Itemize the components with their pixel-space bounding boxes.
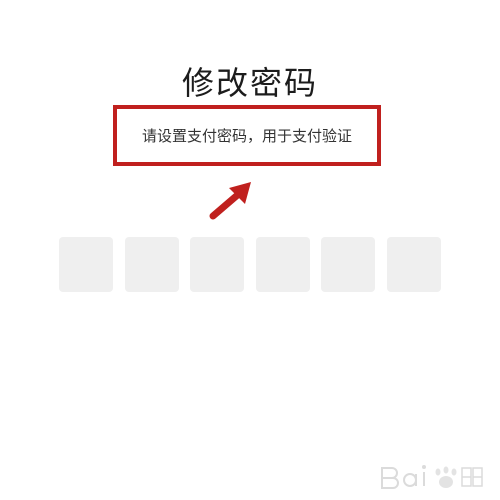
pin-digit-box[interactable]: [59, 237, 113, 292]
highlight-annotation-box: 请设置支付密码，用于支付验证: [113, 105, 381, 166]
pin-digit-box[interactable]: [255, 237, 310, 292]
annotation-arrow-icon: [209, 182, 251, 220]
pin-digit-box[interactable]: [386, 237, 441, 292]
baidu-jingyan-watermark-icon: [381, 465, 483, 489]
pin-digit-box[interactable]: [321, 237, 376, 292]
pin-digit-box[interactable]: [190, 237, 245, 292]
pin-digit-box[interactable]: [124, 237, 179, 292]
change-password-page: 修改密码 请设置支付密码，用于支付验证: [0, 0, 500, 500]
page-title: 修改密码: [181, 64, 318, 102]
payment-pin-input[interactable]: [59, 237, 441, 292]
payment-password-hint: 请设置支付密码，用于支付验证: [141, 127, 352, 145]
